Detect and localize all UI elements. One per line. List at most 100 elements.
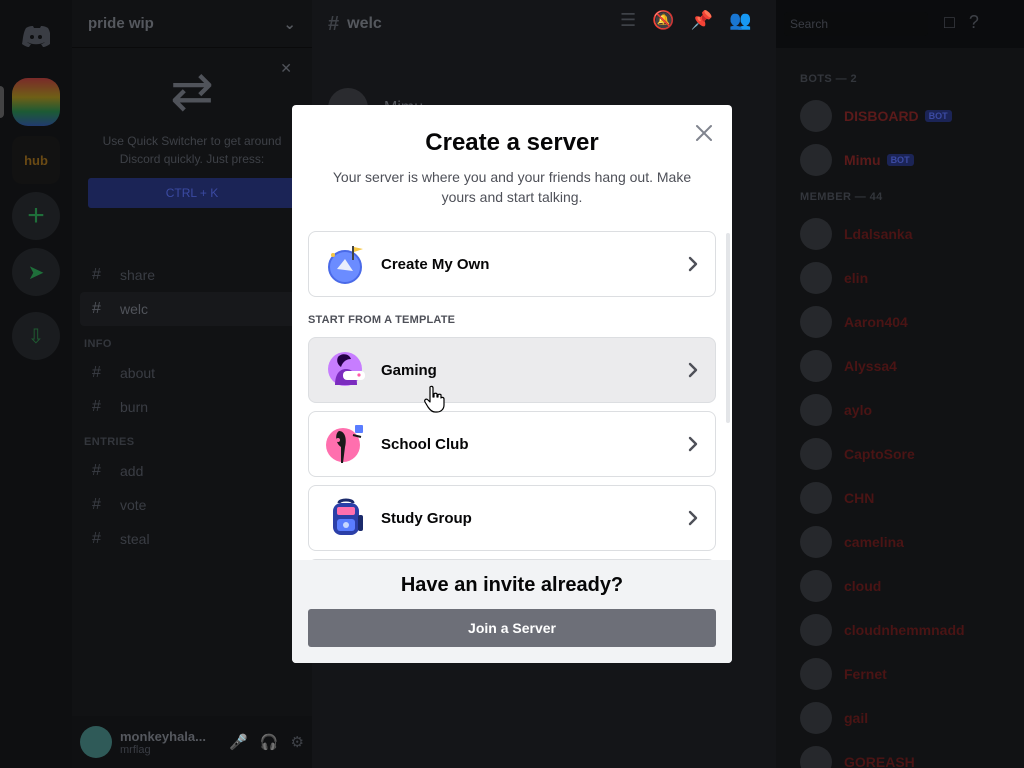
avatar[interactable] xyxy=(80,726,112,758)
member-name: Ldalsanka xyxy=(844,226,913,242)
server-icon-pride-wip[interactable] xyxy=(12,78,60,126)
avatar xyxy=(800,614,832,646)
switch-arrows-icon: ⇄ xyxy=(170,63,214,121)
member-item[interactable]: camelina xyxy=(800,520,1016,564)
member-group-header: MEMBER — 44 xyxy=(800,191,883,203)
member-item[interactable]: CaptoSore xyxy=(800,432,1016,476)
gear-icon[interactable]: ⚙ xyxy=(291,733,304,751)
backpack-icon xyxy=(333,498,363,535)
hash-icon: # xyxy=(92,364,101,381)
member-item[interactable]: elin xyxy=(800,256,1016,300)
hash-icon: # xyxy=(92,266,101,283)
template-gaming-button[interactable]: Gaming xyxy=(308,337,716,403)
avatar xyxy=(800,394,832,426)
explore-servers-icon[interactable]: ➤ xyxy=(12,248,60,296)
option-label: Study Group xyxy=(381,509,472,527)
hash-icon: # xyxy=(92,300,101,317)
member-name: cloudnhemmnadd xyxy=(844,622,965,638)
microphone-icon[interactable]: 🎤 xyxy=(229,733,248,751)
members-icon[interactable]: 👥 xyxy=(729,10,751,31)
quick-switcher-shortcut[interactable]: CTRL + K xyxy=(88,178,296,208)
search-input[interactable]: Search xyxy=(784,12,928,36)
hash-icon: # xyxy=(328,12,340,35)
bot-badge: BOT xyxy=(886,154,914,166)
inbox-icon[interactable]: □ xyxy=(944,12,955,33)
channel-item-about[interactable]: # about xyxy=(80,356,304,390)
member-item[interactable]: aylo xyxy=(800,388,1016,432)
template-school-club-button[interactable]: School Club xyxy=(308,411,716,477)
avatar xyxy=(800,262,832,294)
channel-item-share[interactable]: # share xyxy=(80,258,304,292)
headphones-icon[interactable]: 🎧 xyxy=(260,733,279,751)
member-name: DISBOARD xyxy=(844,108,919,124)
template-scroller[interactable]: Create My Own START FROM A TEMPLATE Gami… xyxy=(308,231,716,561)
template-study-group-button[interactable]: Study Group xyxy=(308,485,716,551)
avatar xyxy=(800,306,832,338)
threads-icon[interactable]: ☰ xyxy=(620,10,636,31)
member-name: camelina xyxy=(844,534,904,550)
discord-home-icon[interactable] xyxy=(12,12,60,60)
member-item[interactable]: cloud xyxy=(800,564,1016,608)
add-server-icon[interactable]: + xyxy=(12,192,60,240)
avatar xyxy=(800,482,832,514)
avatar xyxy=(800,438,832,470)
category-entries[interactable]: ENTRIES xyxy=(80,424,304,454)
member-list: BOTS — 2 DISBOARD BOT Mimu BOT MEMBER — 44 Lda… xyxy=(776,48,1024,768)
download-apps-icon[interactable]: ⇩ xyxy=(12,312,60,360)
chevron-right-icon xyxy=(688,436,698,452)
channel-item-vote[interactable]: # vote xyxy=(80,488,304,522)
join-server-button[interactable]: Join a Server xyxy=(308,609,716,647)
member-item[interactable]: CHN xyxy=(800,476,1016,520)
channel-item-add[interactable]: # add xyxy=(80,454,304,488)
bot-badge: BOT xyxy=(924,110,952,122)
avatar xyxy=(800,526,832,558)
hash-icon: # xyxy=(92,398,101,415)
avatar xyxy=(800,658,832,690)
member-name: GOREASH xyxy=(844,754,915,768)
avatar xyxy=(800,746,832,768)
channel-item-burn[interactable]: # burn xyxy=(80,390,304,424)
member-name: Aaron404 xyxy=(844,314,908,330)
member-name: aylo xyxy=(844,402,873,418)
member-item[interactable]: GOREASH xyxy=(800,740,1016,768)
pin-icon[interactable]: 📌 xyxy=(691,10,713,31)
avatar xyxy=(800,570,832,602)
member-item[interactable]: Aaron404 xyxy=(800,300,1016,344)
modal-title: Create a server xyxy=(425,129,599,156)
member-name: gail xyxy=(844,710,869,726)
member-item[interactable]: Alyssa4 xyxy=(800,344,1016,388)
avatar xyxy=(800,144,832,176)
hand-cursor-icon xyxy=(424,385,445,413)
modal-footer: Have an invite already? Join a Server xyxy=(292,560,732,663)
create-my-own-button[interactable]: Create My Own xyxy=(308,231,716,297)
channel-sidebar: pride wip ⌄ ✕ ⇄ Use Quick Switcher to ge… xyxy=(72,0,312,768)
member-item[interactable]: cloudnhemmnadd xyxy=(800,608,1016,652)
user-tag: mrflag xyxy=(120,743,151,756)
help-icon[interactable]: ? xyxy=(969,12,979,33)
quick-switcher-text: Use Quick Switcher to get around Discord… xyxy=(102,134,282,166)
chevron-down-icon: ⌄ xyxy=(283,15,296,33)
member-name: Fernet xyxy=(844,666,887,682)
member-item[interactable]: Ldalsanka xyxy=(800,212,1016,256)
member-name: CaptoSore xyxy=(844,446,915,462)
member-item[interactable]: Fernet xyxy=(800,652,1016,696)
server-header[interactable]: pride wip ⌄ xyxy=(72,0,312,48)
member-item[interactable]: Mimu BOT xyxy=(800,138,1016,182)
active-server-pill xyxy=(0,86,4,118)
channel-item-welc[interactable]: # welc xyxy=(80,292,304,326)
create-server-modal: Create a server Your server is where you… xyxy=(292,105,732,663)
member-name: CHN xyxy=(844,490,875,506)
bell-off-icon[interactable]: 🔕 xyxy=(652,10,674,31)
member-item[interactable]: gail xyxy=(800,696,1016,740)
option-label: School Club xyxy=(381,435,469,453)
scrollbar[interactable] xyxy=(726,233,730,423)
server-icon-hub[interactable]: hub xyxy=(12,136,60,184)
close-icon[interactable]: ✕ xyxy=(280,60,292,77)
guitar-icon xyxy=(326,425,363,463)
hash-icon: # xyxy=(92,496,101,513)
discord-app: hub + ➤ ⇩ pride wip ⌄ ✕ ⇄ Use Quick Swit… xyxy=(0,0,1024,768)
channel-item-steal[interactable]: # steal xyxy=(80,522,304,556)
globe-flag-icon xyxy=(328,246,363,284)
category-info[interactable]: INFO xyxy=(80,326,304,356)
member-item[interactable]: DISBOARD BOT xyxy=(800,94,1016,138)
